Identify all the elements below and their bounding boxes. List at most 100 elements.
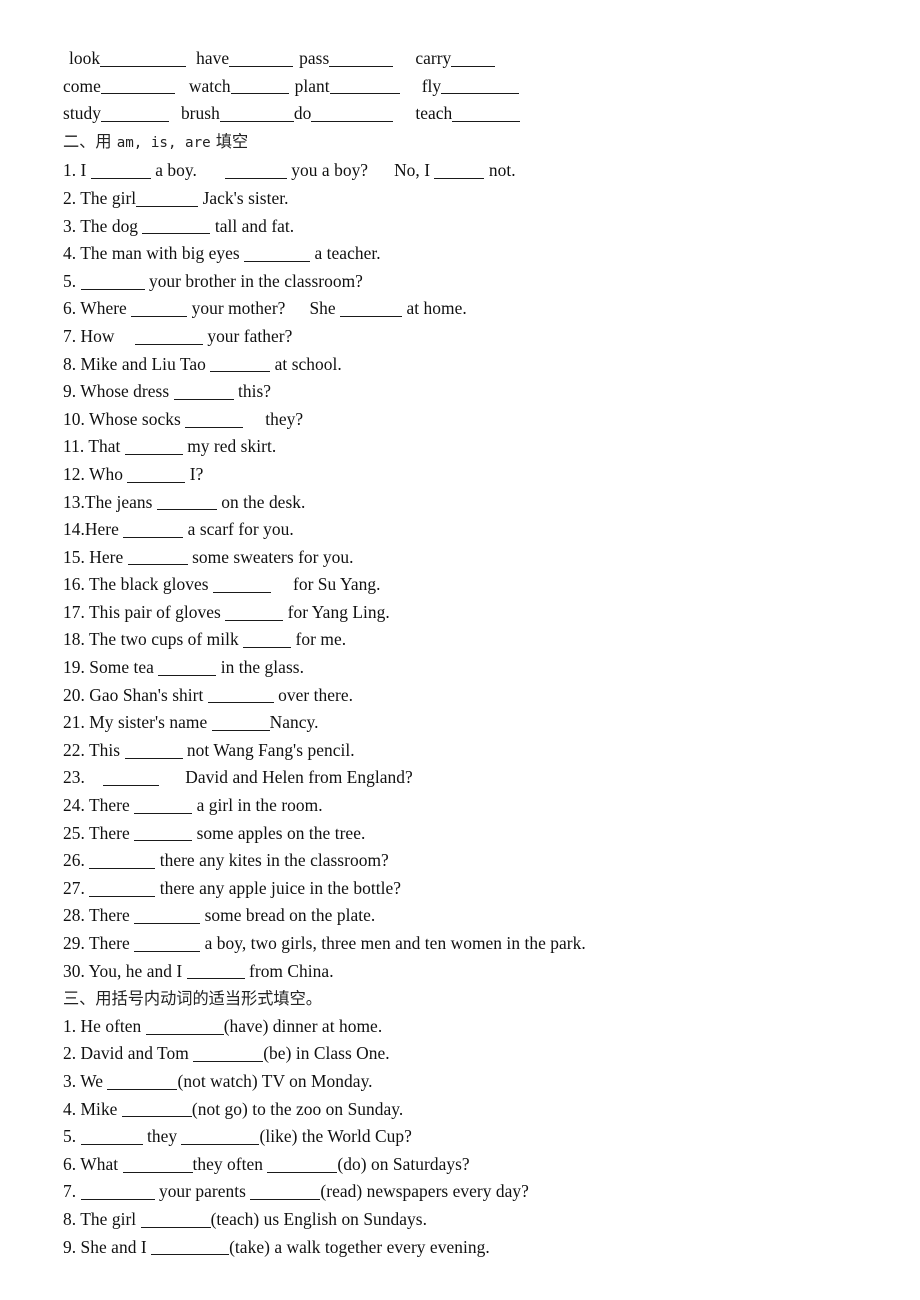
answer-blank[interactable] [151, 1238, 230, 1256]
answer-blank[interactable] [80, 1183, 155, 1201]
answer-blank[interactable] [185, 411, 244, 428]
answer-blank[interactable] [127, 548, 188, 566]
answer-blank[interactable] [452, 105, 521, 122]
answer-blank[interactable] [89, 852, 156, 869]
answer-blank[interactable] [134, 907, 201, 925]
text-run: Whose dress [80, 381, 174, 402]
answer-blank[interactable] [140, 1211, 211, 1228]
answer-blank[interactable] [186, 962, 245, 980]
text-run: in the glass. [216, 657, 304, 678]
text-run: This [88, 739, 125, 760]
exercise-item: 1. I a boy. you a boy? No, I not. [63, 157, 883, 185]
answer-blank[interactable] [131, 300, 188, 318]
exercise-item: 2. The girl Jack's sister. [63, 185, 883, 213]
answer-blank[interactable] [434, 162, 485, 180]
answer-blank[interactable] [329, 77, 400, 95]
text-run: There [88, 905, 135, 926]
answer-blank[interactable] [211, 714, 270, 732]
item-number: 15. [63, 546, 90, 567]
answer-blank[interactable] [142, 217, 211, 235]
answer-blank[interactable] [89, 880, 156, 897]
text-run: That [88, 436, 125, 457]
answer-blank[interactable] [121, 1100, 192, 1118]
answer-blank[interactable] [210, 355, 271, 373]
item-number: 28. [63, 905, 89, 926]
text-run: pass [299, 48, 330, 68]
answer-blank[interactable] [229, 50, 294, 67]
answer-blank[interactable] [134, 935, 201, 952]
answer-blank[interactable] [340, 300, 403, 318]
item-number: 20. [63, 684, 90, 705]
text-run: there any apple juice in the bottle? [155, 877, 401, 898]
answer-blank[interactable] [134, 824, 193, 842]
answer-blank[interactable] [156, 493, 217, 511]
answer-blank[interactable] [90, 162, 151, 180]
answer-blank[interactable] [127, 466, 186, 483]
answer-blank[interactable] [103, 769, 160, 787]
text-run: The two cups of milk [88, 629, 244, 650]
exercise-item: 10. Whose socks they? [63, 406, 883, 434]
answer-blank[interactable] [173, 383, 234, 400]
item-number: 26. [63, 850, 90, 871]
answer-blank[interactable] [100, 77, 175, 95]
answer-blank[interactable] [451, 50, 496, 67]
verb-row: come watch plant fly [63, 73, 883, 101]
answer-blank[interactable] [80, 273, 145, 290]
text-run: David and Helen from England? [185, 767, 413, 788]
answer-blank[interactable] [230, 77, 289, 95]
text-run: my red skirt. [182, 436, 277, 457]
text-run: This pair of gloves [88, 601, 226, 622]
answer-blank[interactable] [219, 105, 294, 122]
answer-blank[interactable] [158, 659, 217, 676]
exercise-item: 24. There a girl in the room. [63, 792, 883, 820]
exercise-item: 20. Gao Shan's shirt over there. [63, 682, 883, 710]
answer-blank[interactable] [134, 328, 203, 345]
answer-blank[interactable] [193, 1045, 264, 1063]
exercise-item: 16. The black gloves for Su Yang. [63, 571, 883, 599]
exercise-item: 18. The two cups of milk for me. [63, 626, 883, 654]
text-run: The girl [80, 1208, 141, 1229]
answer-blank[interactable] [250, 1183, 321, 1201]
exercise-item: 5. your brother in the classroom? [63, 268, 883, 296]
answer-blank[interactable] [329, 50, 394, 67]
answer-blank[interactable] [181, 1128, 260, 1145]
answer-blank[interactable] [207, 686, 274, 704]
answer-blank[interactable] [441, 77, 520, 95]
item-number: 24. [63, 795, 89, 816]
item-number: 8. [63, 1208, 81, 1229]
answer-blank[interactable] [243, 631, 292, 649]
item-number: 9. [63, 1236, 81, 1257]
item-number: 7. [63, 1181, 81, 1202]
answer-blank[interactable] [123, 521, 184, 538]
item-number: 2. [63, 187, 81, 208]
item-number: 4. [63, 243, 81, 264]
answer-blank[interactable] [107, 1073, 178, 1090]
answer-blank[interactable] [100, 50, 187, 67]
answer-blank[interactable] [80, 1128, 143, 1145]
text-run: The black gloves [88, 574, 213, 595]
answer-blank[interactable] [122, 1156, 193, 1173]
answer-blank[interactable] [124, 438, 183, 456]
text-run: for me. [291, 629, 347, 650]
answer-blank[interactable] [224, 162, 287, 180]
text-run: I? [185, 463, 204, 484]
text-run: not Wang Fang's pencil. [182, 739, 355, 760]
exercise-item: 6. What they often (do) on Saturdays? [63, 1151, 883, 1179]
answer-blank[interactable] [212, 576, 271, 594]
exercise-item: 26. there any kites in the classroom? [63, 847, 883, 875]
answer-blank[interactable] [311, 105, 394, 122]
answer-blank[interactable] [267, 1156, 338, 1173]
text-run: on the desk. [216, 491, 306, 512]
answer-blank[interactable] [134, 797, 193, 814]
answer-blank[interactable] [100, 105, 169, 122]
text-run: You, he and I [88, 960, 187, 981]
exercise-item: 28. There some bread on the plate. [63, 902, 883, 930]
answer-blank[interactable] [136, 190, 199, 207]
item-number: 1. [63, 160, 81, 181]
text-run: Jack's sister. [198, 187, 289, 208]
answer-blank[interactable] [124, 742, 183, 759]
answer-blank[interactable] [225, 604, 284, 621]
text-run: Mike and Liu Tao [80, 353, 211, 374]
answer-blank[interactable] [244, 245, 311, 262]
answer-blank[interactable] [145, 1018, 224, 1035]
